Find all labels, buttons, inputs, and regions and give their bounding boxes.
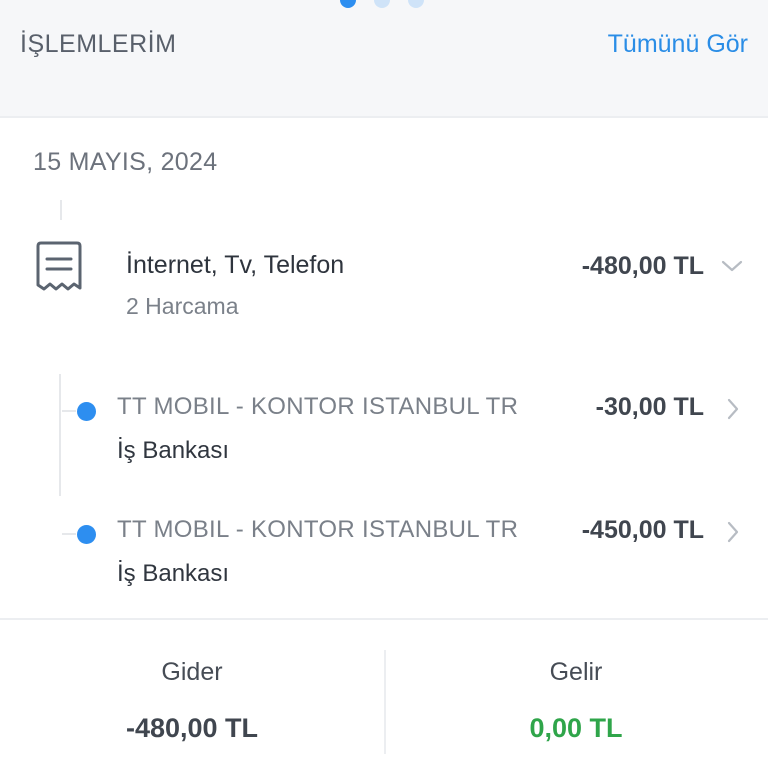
page-indicator: [340, 0, 424, 8]
category-amount: -480,00 TL: [581, 252, 704, 280]
expense-value: -480,00 TL: [125, 713, 259, 743]
income-value: 0,00 TL: [529, 713, 623, 743]
transaction-merchant: TT MOBIL - KONTOR ISTANBUL TR: [117, 393, 519, 420]
expense-label: Gider: [161, 658, 223, 686]
transaction-bank: İş Bankası: [117, 437, 230, 464]
transaction-row[interactable]: TT MOBIL - KONTOR ISTANBUL TR İş Bankası…: [0, 500, 768, 600]
expense-summary: Gider -480,00 TL: [0, 620, 384, 768]
page-indicator-dot[interactable]: [374, 0, 390, 8]
summary-panel: Gider -480,00 TL Gelir 0,00 TL: [0, 618, 768, 768]
transaction-amount: -30,00 TL: [595, 393, 704, 421]
receipt-icon: [36, 241, 82, 291]
timeline-branch: [62, 410, 76, 412]
transaction-date: 15 MAYIS, 2024: [33, 148, 218, 176]
transaction-row[interactable]: TT MOBIL - KONTOR ISTANBUL TR İş Bankası…: [0, 377, 768, 477]
income-summary: Gelir 0,00 TL: [384, 620, 768, 768]
transaction-bank: İş Bankası: [117, 560, 230, 587]
transactions-header: İŞLEMLERİM Tümünü Gör: [0, 0, 768, 118]
transaction-merchant: TT MOBIL - KONTOR ISTANBUL TR: [117, 516, 519, 543]
chevron-down-icon[interactable]: [720, 256, 744, 276]
transaction-dot-icon: [77, 402, 96, 421]
chevron-right-icon[interactable]: [726, 397, 740, 421]
timeline-connector: [60, 200, 62, 220]
page-indicator-dot-active[interactable]: [340, 0, 356, 8]
transaction-dot-icon: [77, 525, 96, 544]
section-title: İŞLEMLERİM: [20, 30, 177, 58]
timeline-branch: [62, 533, 76, 535]
transactions-screen: İŞLEMLERİM Tümünü Gör 15 MAYIS, 2024 İnt…: [0, 0, 768, 768]
chevron-right-icon[interactable]: [726, 520, 740, 544]
category-subtitle: 2 Harcama: [126, 293, 239, 319]
income-label: Gelir: [549, 658, 603, 686]
category-group-row[interactable]: İnternet, Tv, Telefon 2 Harcama -480,00 …: [0, 232, 768, 332]
page-indicator-dot[interactable]: [408, 0, 424, 8]
see-all-link[interactable]: Tümünü Gör: [608, 30, 748, 59]
category-title: İnternet, Tv, Telefon: [126, 251, 345, 279]
transaction-amount: -450,00 TL: [581, 516, 704, 544]
